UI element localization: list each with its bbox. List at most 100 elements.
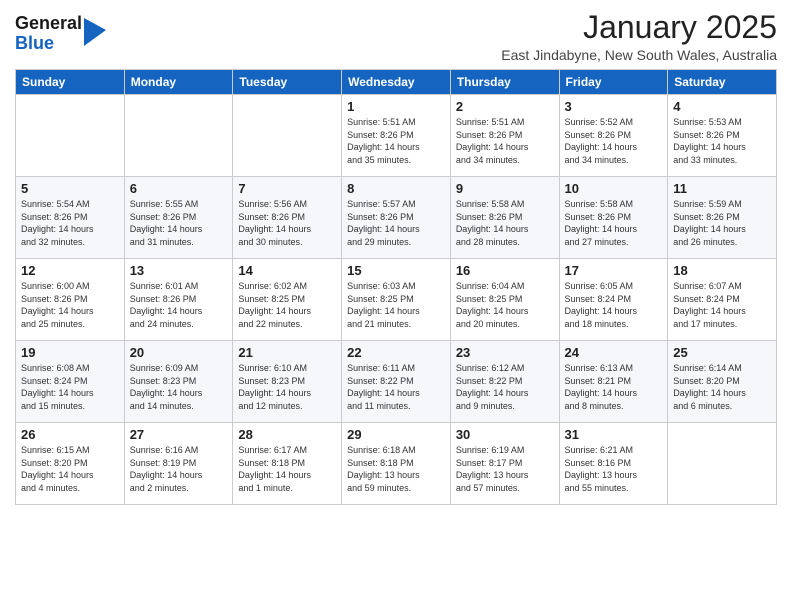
day-number: 26 (21, 427, 119, 442)
day-number: 29 (347, 427, 445, 442)
day-number: 20 (130, 345, 228, 360)
calendar-header-sunday: Sunday (16, 70, 125, 95)
calendar-cell: 12 Sunrise: 6:00 AM Sunset: 8:26 PM Dayli… (16, 259, 125, 341)
calendar-cell: 5 Sunrise: 5:54 AM Sunset: 8:26 PM Daylig… (16, 177, 125, 259)
day-info: Sunrise: 5:57 AM Sunset: 8:26 PM Dayligh… (347, 198, 445, 248)
day-info: Sunrise: 5:53 AM Sunset: 8:26 PM Dayligh… (673, 116, 771, 166)
day-info: Sunrise: 6:07 AM Sunset: 8:24 PM Dayligh… (673, 280, 771, 330)
day-number: 18 (673, 263, 771, 278)
day-number: 22 (347, 345, 445, 360)
calendar-cell: 7 Sunrise: 5:56 AM Sunset: 8:26 PM Daylig… (233, 177, 342, 259)
calendar-header-wednesday: Wednesday (342, 70, 451, 95)
day-info: Sunrise: 6:11 AM Sunset: 8:22 PM Dayligh… (347, 362, 445, 412)
day-number: 5 (21, 181, 119, 196)
calendar-cell: 28 Sunrise: 6:17 AM Sunset: 8:18 PM Dayli… (233, 423, 342, 505)
calendar-week-row: 1 Sunrise: 5:51 AM Sunset: 8:26 PM Daylig… (16, 95, 777, 177)
day-number: 10 (565, 181, 663, 196)
day-info: Sunrise: 5:56 AM Sunset: 8:26 PM Dayligh… (238, 198, 336, 248)
calendar-header-tuesday: Tuesday (233, 70, 342, 95)
calendar-cell: 23Sunrise: 6:12 AM Sunset: 8:22 PM Dayli… (450, 341, 559, 423)
calendar-cell: 16 Sunrise: 6:04 AM Sunset: 8:25 PM Dayli… (450, 259, 559, 341)
day-number: 8 (347, 181, 445, 196)
subtitle: East Jindabyne, New South Wales, Austral… (501, 47, 777, 63)
day-info: Sunrise: 6:13 AM Sunset: 8:21 PM Dayligh… (565, 362, 663, 412)
day-number: 12 (21, 263, 119, 278)
day-info: Sunrise: 5:51 AM Sunset: 8:26 PM Dayligh… (456, 116, 554, 166)
day-number: 14 (238, 263, 336, 278)
day-info: Sunrise: 6:18 AM Sunset: 8:18 PM Dayligh… (347, 444, 445, 494)
day-info: Sunrise: 5:58 AM Sunset: 8:26 PM Dayligh… (456, 198, 554, 248)
calendar-cell: 26 Sunrise: 6:15 AM Sunset: 8:20 PM Dayli… (16, 423, 125, 505)
calendar-cell: 11 Sunrise: 5:59 AM Sunset: 8:26 PM Dayli… (668, 177, 777, 259)
calendar-cell: 25Sunrise: 6:14 AM Sunset: 8:20 PM Dayli… (668, 341, 777, 423)
day-number: 9 (456, 181, 554, 196)
day-number: 19 (21, 345, 119, 360)
day-info: Sunrise: 5:54 AM Sunset: 8:26 PM Dayligh… (21, 198, 119, 248)
logo-line2: Blue (15, 34, 82, 54)
day-info: Sunrise: 5:51 AM Sunset: 8:26 PM Dayligh… (347, 116, 445, 166)
day-info: Sunrise: 6:15 AM Sunset: 8:20 PM Dayligh… (21, 444, 119, 494)
day-number: 15 (347, 263, 445, 278)
calendar-cell: 20Sunrise: 6:09 AM Sunset: 8:23 PM Dayli… (124, 341, 233, 423)
day-info: Sunrise: 5:59 AM Sunset: 8:26 PM Dayligh… (673, 198, 771, 248)
day-number: 4 (673, 99, 771, 114)
calendar-cell: 10Sunrise: 5:58 AM Sunset: 8:26 PM Dayli… (559, 177, 668, 259)
calendar-cell (233, 95, 342, 177)
logo-icon (84, 18, 106, 46)
day-info: Sunrise: 6:16 AM Sunset: 8:19 PM Dayligh… (130, 444, 228, 494)
calendar-cell: 3Sunrise: 5:52 AM Sunset: 8:26 PM Daylig… (559, 95, 668, 177)
logo-line1: General (15, 14, 82, 34)
calendar-week-row: 5 Sunrise: 5:54 AM Sunset: 8:26 PM Daylig… (16, 177, 777, 259)
calendar-cell: 1 Sunrise: 5:51 AM Sunset: 8:26 PM Daylig… (342, 95, 451, 177)
calendar-table: SundayMondayTuesdayWednesdayThursdayFrid… (15, 69, 777, 505)
day-number: 11 (673, 181, 771, 196)
calendar-header-row: SundayMondayTuesdayWednesdayThursdayFrid… (16, 70, 777, 95)
calendar-week-row: 19Sunrise: 6:08 AM Sunset: 8:24 PM Dayli… (16, 341, 777, 423)
day-number: 7 (238, 181, 336, 196)
calendar-cell: 13Sunrise: 6:01 AM Sunset: 8:26 PM Dayli… (124, 259, 233, 341)
calendar-cell: 22 Sunrise: 6:11 AM Sunset: 8:22 PM Dayli… (342, 341, 451, 423)
day-info: Sunrise: 5:55 AM Sunset: 8:26 PM Dayligh… (130, 198, 228, 248)
day-info: Sunrise: 6:01 AM Sunset: 8:26 PM Dayligh… (130, 280, 228, 330)
calendar-cell: 18 Sunrise: 6:07 AM Sunset: 8:24 PM Dayli… (668, 259, 777, 341)
logo: General Blue (15, 14, 106, 54)
day-number: 27 (130, 427, 228, 442)
calendar-cell: 15 Sunrise: 6:03 AM Sunset: 8:25 PM Dayli… (342, 259, 451, 341)
day-info: Sunrise: 6:03 AM Sunset: 8:25 PM Dayligh… (347, 280, 445, 330)
calendar-cell: 21 Sunrise: 6:10 AM Sunset: 8:23 PM Dayli… (233, 341, 342, 423)
calendar-week-row: 12 Sunrise: 6:00 AM Sunset: 8:26 PM Dayli… (16, 259, 777, 341)
calendar-header-saturday: Saturday (668, 70, 777, 95)
day-number: 23 (456, 345, 554, 360)
calendar-cell: 24Sunrise: 6:13 AM Sunset: 8:21 PM Dayli… (559, 341, 668, 423)
day-number: 1 (347, 99, 445, 114)
calendar-header-friday: Friday (559, 70, 668, 95)
calendar-header-monday: Monday (124, 70, 233, 95)
day-info: Sunrise: 6:10 AM Sunset: 8:23 PM Dayligh… (238, 362, 336, 412)
day-number: 6 (130, 181, 228, 196)
day-info: Sunrise: 5:52 AM Sunset: 8:26 PM Dayligh… (565, 116, 663, 166)
day-info: Sunrise: 6:04 AM Sunset: 8:25 PM Dayligh… (456, 280, 554, 330)
day-number: 28 (238, 427, 336, 442)
calendar-cell: 4 Sunrise: 5:53 AM Sunset: 8:26 PM Daylig… (668, 95, 777, 177)
calendar-page: General Blue January 2025 East Jindabyne… (0, 0, 792, 612)
calendar-cell (16, 95, 125, 177)
day-info: Sunrise: 6:05 AM Sunset: 8:24 PM Dayligh… (565, 280, 663, 330)
day-number: 21 (238, 345, 336, 360)
day-number: 25 (673, 345, 771, 360)
day-info: Sunrise: 6:02 AM Sunset: 8:25 PM Dayligh… (238, 280, 336, 330)
calendar-cell: 14 Sunrise: 6:02 AM Sunset: 8:25 PM Dayli… (233, 259, 342, 341)
main-title: January 2025 (501, 10, 777, 45)
day-info: Sunrise: 6:00 AM Sunset: 8:26 PM Dayligh… (21, 280, 119, 330)
calendar-cell: 8 Sunrise: 5:57 AM Sunset: 8:26 PM Daylig… (342, 177, 451, 259)
day-info: Sunrise: 6:17 AM Sunset: 8:18 PM Dayligh… (238, 444, 336, 494)
logo-text: General Blue (15, 14, 82, 54)
title-block: January 2025 East Jindabyne, New South W… (501, 10, 777, 63)
calendar-header-thursday: Thursday (450, 70, 559, 95)
day-number: 16 (456, 263, 554, 278)
calendar-cell: 29 Sunrise: 6:18 AM Sunset: 8:18 PM Dayli… (342, 423, 451, 505)
calendar-week-row: 26 Sunrise: 6:15 AM Sunset: 8:20 PM Dayli… (16, 423, 777, 505)
calendar-cell (124, 95, 233, 177)
calendar-cell: 2Sunrise: 5:51 AM Sunset: 8:26 PM Daylig… (450, 95, 559, 177)
calendar-cell: 30Sunrise: 6:19 AM Sunset: 8:17 PM Dayli… (450, 423, 559, 505)
day-info: Sunrise: 6:21 AM Sunset: 8:16 PM Dayligh… (565, 444, 663, 494)
